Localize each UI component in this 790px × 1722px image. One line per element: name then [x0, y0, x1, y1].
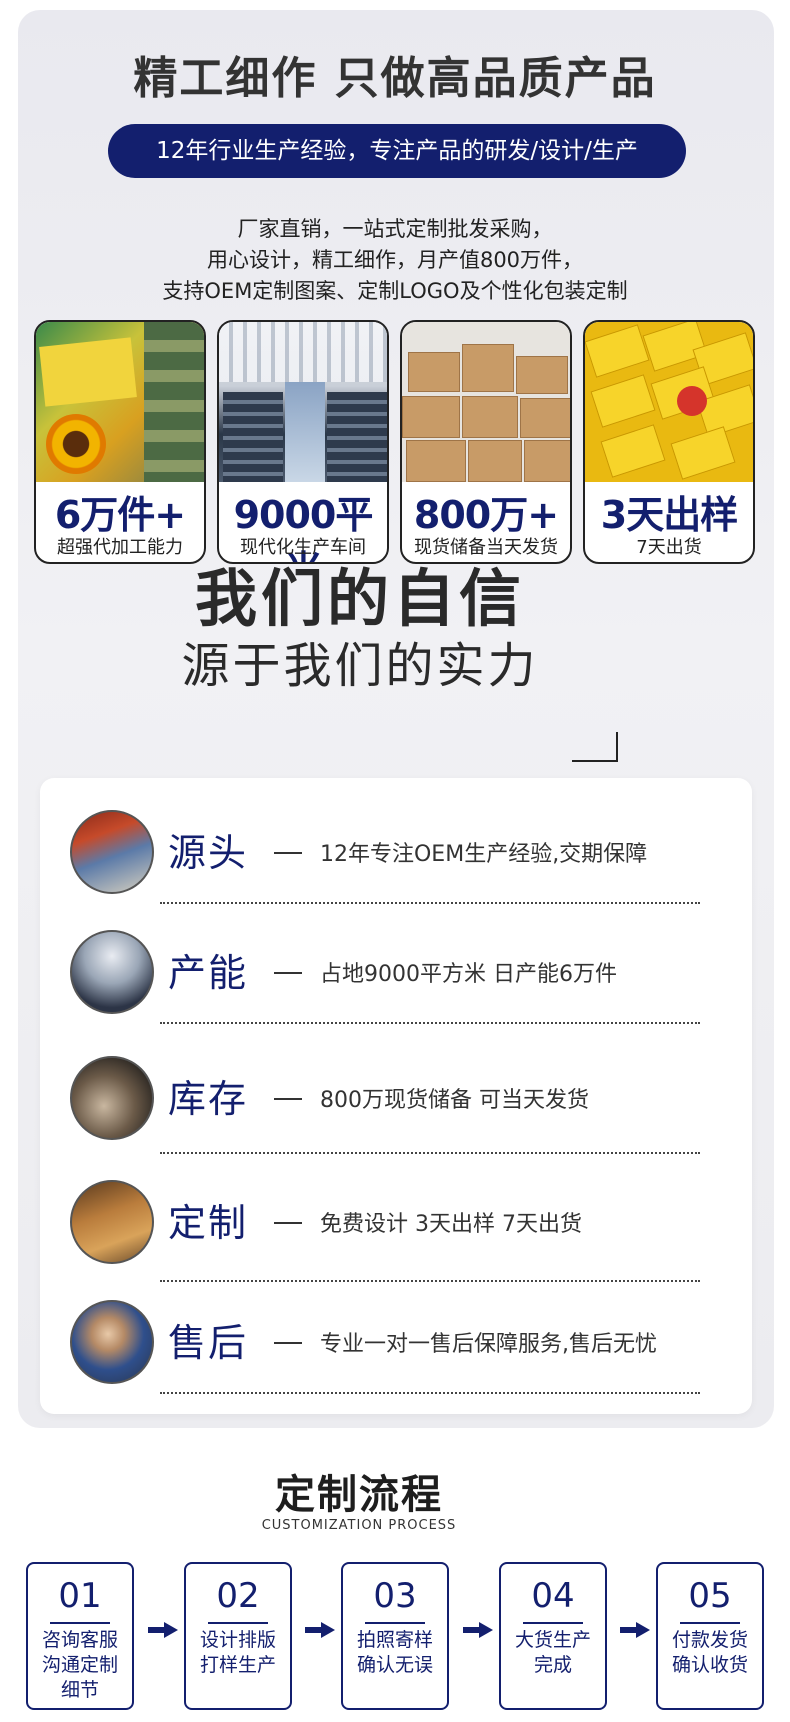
pack-shape: [600, 424, 666, 478]
confidence-heading: 我们的自信: [194, 562, 525, 635]
factory-floor-photo: [219, 322, 387, 482]
step-label: 咨询客服沟通定制细节: [41, 1629, 118, 1701]
factory-gate-avatar: [70, 810, 154, 894]
step-number: 05: [688, 1576, 732, 1616]
carton-shape: [524, 440, 570, 482]
dotted-divider: [160, 1022, 700, 1024]
feature-card-sample: 3天出样 7天出货: [583, 320, 755, 564]
dash-divider: [274, 1222, 302, 1224]
carton-shape: [402, 396, 460, 438]
carton-shape: [468, 440, 522, 482]
strength-row-service: 售后 专业一对一售后保障服务,售后无忧: [40, 1292, 752, 1402]
strength-row-source: 源头 12年专注OEM生产经验,交期保障: [40, 800, 752, 910]
process-step-2: 02 设计排版打样生产: [184, 1562, 292, 1710]
arrow-right-icon: [620, 1622, 650, 1638]
page-headline: 精工细作 只做高品质产品: [133, 53, 657, 104]
strength-title: 产能: [168, 951, 249, 995]
step-label: 付款发货确认收货: [671, 1629, 748, 1676]
feature-value: 800万+: [413, 493, 559, 537]
process-step-3: 03 拍照寄样确认无误: [341, 1562, 449, 1710]
step-number: 01: [58, 1576, 102, 1616]
step-label: 大货生产完成: [514, 1629, 591, 1676]
feature-value: 3天出样: [600, 493, 738, 537]
step-number: 03: [373, 1576, 417, 1616]
strength-text: 免费设计 3天出样 7天出货: [320, 1212, 582, 1237]
sunflower-logo-shape: [46, 414, 106, 474]
pack-shape: [670, 426, 736, 480]
packing-avatar: [70, 1180, 154, 1264]
step-rule: [208, 1622, 268, 1624]
strength-text: 800万现货储备 可当天发货: [320, 1088, 589, 1113]
process-step-1: 01 咨询客服沟通定制细节: [26, 1562, 134, 1710]
arrow-right-icon: [463, 1622, 493, 1638]
ceiling-lights: [219, 322, 387, 382]
strength-text: 占地9000平方米 日产能6万件: [320, 962, 617, 987]
step-label: 拍照寄样确认无误: [356, 1629, 433, 1676]
dotted-divider: [160, 902, 700, 904]
dash-divider: [274, 1342, 302, 1344]
confidence-subheading: 源于我们的实力: [181, 638, 539, 694]
carton-shape: [516, 356, 568, 394]
carton-shape: [462, 396, 518, 438]
dotted-divider: [160, 1280, 700, 1282]
intro-text: 厂家直销，一站式定制批发采购， 用心设计，精工细作，月产值800万件， 支持OE…: [0, 214, 790, 307]
strength-row-capacity: 产能 占地9000平方米 日产能6万件: [40, 920, 752, 1030]
factory-aisle: [285, 382, 325, 482]
strength-row-custom: 定制 免费设计 3天出样 7天出货: [40, 1170, 752, 1282]
feature-value: 6万件+: [54, 493, 186, 537]
strength-title: 售后: [168, 1321, 249, 1365]
feature-card-stock: 800万+ 现货储备当天发货: [400, 320, 572, 564]
snack-bag-shape: [39, 337, 137, 407]
step-rule: [365, 1622, 425, 1624]
step-rule: [523, 1622, 583, 1624]
machine-row: [327, 392, 387, 482]
carton-shape: [462, 344, 514, 392]
step-number: 04: [531, 1576, 575, 1616]
dash-divider: [274, 852, 302, 854]
carton-shape: [406, 440, 466, 482]
product-packs-photo: [585, 322, 753, 482]
workers-avatar: [70, 1056, 154, 1140]
warehouse-boxes-photo: [402, 322, 570, 482]
strength-title: 定制: [168, 1201, 249, 1245]
carton-shape: [408, 352, 460, 392]
snack-production-photo: [36, 322, 204, 482]
process-title: 定制流程: [275, 1472, 443, 1518]
step-label: 设计排版打样生产: [199, 1629, 276, 1676]
strength-row-stock: 库存 800万现货储备 可当天发货: [40, 1046, 752, 1156]
strength-title: 源头: [168, 831, 249, 875]
step-number: 02: [216, 1576, 260, 1616]
machine-row: [223, 392, 283, 482]
service-staff-avatar: [70, 1300, 154, 1384]
strength-card: 源头 12年专注OEM生产经验,交期保障 产能 占地9000平方米 日产能6万件…: [40, 778, 752, 1414]
process-step-5: 05 付款发货确认收货: [656, 1562, 764, 1710]
strength-title: 库存: [168, 1077, 249, 1121]
factory-floor-avatar: [70, 930, 154, 1014]
carton-shape: [520, 398, 570, 438]
dash-divider: [274, 1098, 302, 1100]
strength-text: 专业一对一售后保障服务,售后无忧: [320, 1332, 657, 1357]
arrow-right-icon: [305, 1622, 335, 1638]
intro-line: 支持OEM定制图案、定制LOGO及个性化包装定制: [162, 279, 628, 303]
intro-line: 厂家直销，一站式定制批发采购，: [237, 217, 553, 241]
dotted-divider: [160, 1392, 700, 1394]
intro-line: 用心设计，精工细作，月产值800万件，: [206, 248, 584, 272]
strength-text: 12年专注OEM生产经验,交期保障: [320, 842, 648, 867]
dash-divider: [274, 972, 302, 974]
feature-card-workshop: 9000平米 现代化生产车间: [217, 320, 389, 564]
corner-bracket-decoration: [572, 732, 618, 762]
step-rule: [680, 1622, 740, 1624]
arrow-right-icon: [148, 1622, 178, 1638]
pack-shape: [585, 324, 650, 378]
process-subtitle: CUSTOMIZATION PROCESS: [261, 1518, 457, 1533]
pack-shape: [590, 374, 656, 428]
dotted-divider: [160, 1152, 700, 1154]
machine-rail-shape: [144, 322, 204, 482]
step-rule: [50, 1622, 110, 1624]
feature-card-capacity: 6万件+ 超强代加工能力: [34, 320, 206, 564]
process-step-4: 04 大货生产完成: [499, 1562, 607, 1710]
experience-pill: 12年行业生产经验，专注产品的研发/设计/生产: [108, 124, 686, 178]
pack-logo-shape: [677, 386, 707, 416]
